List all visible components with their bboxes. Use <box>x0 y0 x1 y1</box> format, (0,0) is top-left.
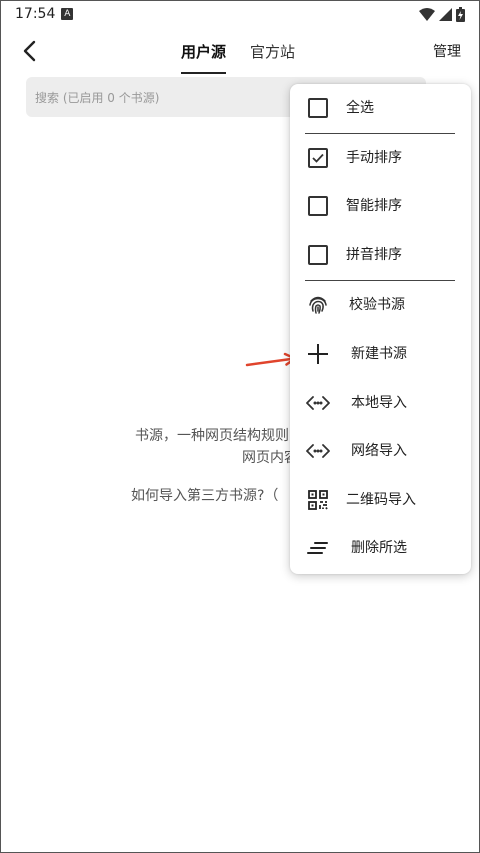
status-bar: 17:54 A <box>1 1 479 27</box>
source-menu: 全选 手动排序 智能排序 拼音排序 校验书源 新建书源 本地导入 网络导入 二维… <box>290 84 471 574</box>
qr-code-icon <box>308 490 328 510</box>
menu-qr-import-label: 二维码导入 <box>346 492 416 508</box>
checkbox-unchecked-icon[interactable] <box>308 98 328 118</box>
menu-check-source[interactable]: 校验书源 <box>290 281 471 329</box>
code-import-icon <box>306 396 330 410</box>
code-import-icon <box>306 444 330 458</box>
checkbox-checked-icon[interactable] <box>308 148 328 168</box>
plus-icon <box>308 344 328 364</box>
notification-icon: A <box>61 8 74 20</box>
signal-icon <box>439 7 452 21</box>
menu-delete-selected[interactable]: 删除所选 <box>290 524 471 572</box>
menu-qr-import[interactable]: 二维码导入 <box>290 476 471 524</box>
status-icons <box>419 6 465 22</box>
checkbox-unchecked-icon[interactable] <box>308 196 328 216</box>
menu-select-all[interactable]: 全选 <box>290 84 471 132</box>
manage-button[interactable]: 管理 <box>433 41 461 61</box>
checkbox-unchecked-icon[interactable] <box>308 245 328 265</box>
menu-smart-sort-label: 智能排序 <box>346 198 402 214</box>
tab-bar: 用户源 官方站 <box>181 27 295 75</box>
delete-sweep-icon <box>307 542 328 554</box>
menu-check-source-label: 校验书源 <box>349 297 405 313</box>
menu-new-source-label: 新建书源 <box>351 346 407 362</box>
app-bar: 用户源 官方站 管理 <box>1 27 479 75</box>
back-arrow-icon <box>23 40 36 62</box>
tab-official-site[interactable]: 官方站 <box>250 27 295 75</box>
battery-icon <box>456 6 465 22</box>
how-import-link[interactable]: 如何导入第三方书源?（ <box>131 485 278 505</box>
fingerprint-icon <box>309 296 327 314</box>
menu-network-import-label: 网络导入 <box>351 443 407 459</box>
menu-select-all-label: 全选 <box>346 100 374 116</box>
tab-user-source[interactable]: 用户源 <box>181 27 227 75</box>
back-button[interactable] <box>15 37 43 65</box>
menu-local-import-label: 本地导入 <box>351 395 407 411</box>
wifi-icon <box>419 7 435 21</box>
status-time: 17:54 <box>15 6 56 22</box>
menu-local-import[interactable]: 本地导入 <box>290 379 471 427</box>
menu-manual-sort[interactable]: 手动排序 <box>290 134 471 182</box>
menu-new-source[interactable]: 新建书源 <box>290 330 471 378</box>
menu-network-import[interactable]: 网络导入 <box>290 427 471 475</box>
menu-pinyin-sort[interactable]: 拼音排序 <box>290 231 471 279</box>
menu-smart-sort[interactable]: 智能排序 <box>290 182 471 230</box>
menu-delete-selected-label: 删除所选 <box>351 540 407 556</box>
menu-manual-sort-label: 手动排序 <box>346 150 402 166</box>
menu-pinyin-sort-label: 拼音排序 <box>346 247 402 263</box>
